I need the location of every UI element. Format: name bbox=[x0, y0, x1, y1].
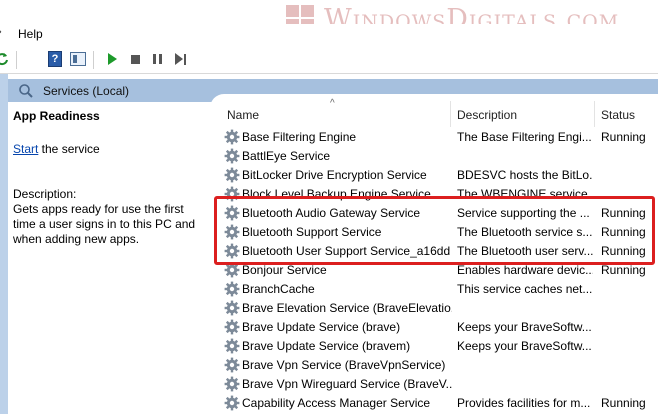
tree-pane-edge bbox=[0, 74, 8, 414]
description-text: Gets apps ready for use the first time a… bbox=[13, 202, 196, 246]
start-service-button[interactable] bbox=[104, 51, 120, 67]
column-header-status[interactable]: Status bbox=[601, 108, 635, 122]
stop-icon bbox=[130, 54, 140, 64]
service-description: The WBENGINE service ... bbox=[457, 187, 593, 201]
service-description: BDESVC hosts the BitLo... bbox=[457, 168, 593, 182]
help-button[interactable]: ? bbox=[47, 51, 63, 67]
service-name: Bluetooth User Support Service_a16dd bbox=[242, 244, 451, 258]
service-status: Running bbox=[601, 244, 646, 258]
table-row[interactable]: Base Filtering Engine The Base Filtering … bbox=[220, 127, 658, 146]
restart-service-button[interactable] bbox=[172, 51, 188, 67]
service-status: Running bbox=[601, 396, 646, 410]
service-name: Capability Access Manager Service bbox=[242, 396, 431, 410]
sort-arrow-icon: ^ bbox=[330, 98, 335, 109]
service-status: Running bbox=[601, 225, 646, 239]
menu-bar: › Help bbox=[0, 24, 658, 44]
service-description: This service caches net... bbox=[457, 282, 593, 296]
refresh-button[interactable] bbox=[0, 51, 10, 67]
play-icon bbox=[107, 53, 117, 65]
service-description: Enables hardware devic... bbox=[457, 263, 593, 277]
start-line: Start the service bbox=[13, 142, 100, 156]
service-status: Running bbox=[601, 263, 646, 277]
table-row[interactable]: BitLocker Drive Encryption Service BDESVC… bbox=[220, 165, 658, 184]
service-rows: Base Filtering Engine The Base Filtering … bbox=[220, 127, 658, 412]
stop-service-button[interactable] bbox=[127, 51, 143, 67]
show-hide-pane-button[interactable] bbox=[70, 51, 86, 67]
service-gear-icon bbox=[224, 395, 240, 414]
service-name: Bonjour Service bbox=[242, 263, 327, 277]
table-row[interactable]: Bluetooth User Support Service_a16dd The … bbox=[220, 241, 658, 260]
service-description: The Base Filtering Engi... bbox=[457, 130, 592, 144]
service-status: Running bbox=[601, 130, 646, 144]
service-details-pane: App Readiness Start the service Descript… bbox=[8, 102, 210, 414]
service-description: The Bluetooth service s... bbox=[457, 225, 593, 239]
table-row[interactable]: Capability Access Manager Service Provide… bbox=[220, 393, 658, 412]
service-name: Bluetooth Audio Gateway Service bbox=[242, 206, 421, 220]
search-gear-icon bbox=[18, 83, 34, 102]
service-name: Brave Elevation Service (BraveElevatio..… bbox=[242, 301, 452, 315]
column-header-name[interactable]: Name bbox=[227, 108, 259, 122]
toolbar: ? bbox=[0, 46, 658, 74]
service-description: Service supporting the ... bbox=[457, 206, 590, 220]
restart-icon bbox=[174, 53, 183, 65]
service-name: Brave Update Service (bravem) bbox=[242, 339, 411, 353]
service-description: Provides facilities for m... bbox=[457, 396, 591, 410]
panel-title: Services (Local) bbox=[43, 84, 130, 98]
table-row[interactable]: Brave Elevation Service (BraveElevatio..… bbox=[220, 298, 658, 317]
menu-help[interactable]: Help bbox=[18, 27, 43, 41]
service-name: Block Level Backup Engine Service bbox=[242, 187, 431, 201]
service-name: Bluetooth Support Service bbox=[242, 225, 382, 239]
table-row[interactable]: BattlEye Service bbox=[220, 146, 658, 165]
service-name: Base Filtering Engine bbox=[242, 130, 357, 144]
service-description: Keeps your BraveSoftw... bbox=[457, 339, 592, 353]
table-row[interactable]: Bonjour Service Enables hardware devic...… bbox=[220, 260, 658, 279]
service-name: Brave Vpn Service (BraveVpnService) bbox=[242, 358, 446, 372]
service-name: BranchCache bbox=[242, 282, 315, 296]
column-header-description[interactable]: Description bbox=[457, 108, 517, 122]
start-suffix: the service bbox=[38, 142, 100, 156]
service-name: BattlEye Service bbox=[242, 149, 331, 163]
table-row[interactable]: Brave Update Service (bravem) Keeps your … bbox=[220, 336, 658, 355]
table-row[interactable]: Brave Vpn Service (BraveVpnService) bbox=[220, 355, 658, 374]
pane-icon bbox=[70, 52, 86, 66]
selected-service-name: App Readiness bbox=[13, 109, 100, 123]
table-row[interactable]: Bluetooth Audio Gateway Service Service s… bbox=[220, 203, 658, 222]
start-service-link[interactable]: Start bbox=[13, 142, 38, 156]
pause-icon bbox=[152, 54, 162, 64]
table-row[interactable]: Brave Update Service (brave) Keeps your B… bbox=[220, 317, 658, 336]
table-row[interactable]: Block Level Backup Engine Service The WBE… bbox=[220, 184, 658, 203]
table-row[interactable]: BranchCache This service caches net... bbox=[220, 279, 658, 298]
menu-chevron-icon: › bbox=[0, 26, 2, 38]
service-description: The Bluetooth user serv... bbox=[457, 244, 593, 258]
pause-service-button[interactable] bbox=[149, 51, 165, 67]
refresh-icon bbox=[0, 53, 8, 66]
service-status: Running bbox=[601, 206, 646, 220]
help-book-icon: ? bbox=[48, 51, 62, 67]
table-row[interactable]: Bluetooth Support Service The Bluetooth s… bbox=[220, 222, 658, 241]
table-row[interactable]: Brave Vpn Wireguard Service (BraveV... bbox=[220, 374, 658, 393]
service-name: Brave Update Service (brave) bbox=[242, 320, 401, 334]
service-name: BitLocker Drive Encryption Service bbox=[242, 168, 427, 182]
service-description: Keeps your BraveSoftw... bbox=[457, 320, 592, 334]
service-name: Brave Vpn Wireguard Service (BraveV... bbox=[242, 377, 452, 391]
description-label: Description: bbox=[13, 187, 77, 201]
